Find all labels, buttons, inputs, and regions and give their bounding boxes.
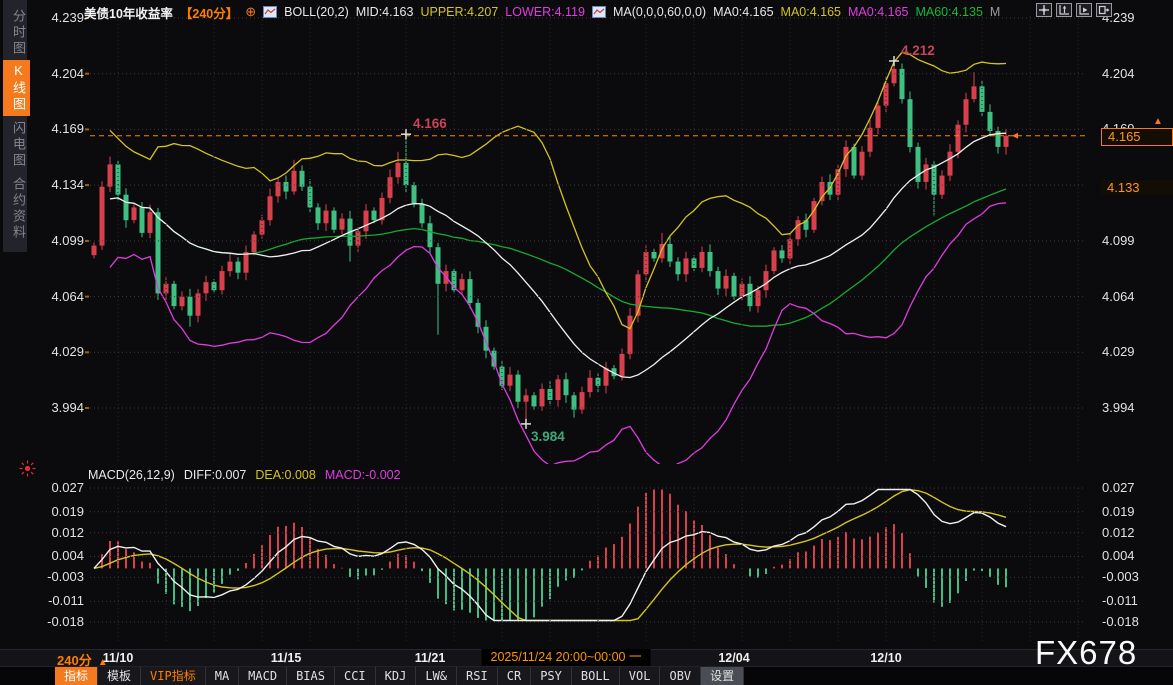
- price-axis-label: 4.099: [1102, 234, 1166, 248]
- price-axis-label: 4.239: [34, 11, 84, 25]
- price-axis-label: 4.134: [34, 178, 84, 192]
- tab-MA[interactable]: MA: [206, 667, 239, 685]
- macd-axis-label: 0.012: [1102, 526, 1166, 540]
- period-text: 240分: [57, 653, 92, 668]
- macd-name: MACD(26,12,9): [88, 468, 175, 482]
- macd-dea-value: DEA:0.008: [255, 468, 315, 482]
- tab-CCI[interactable]: CCI: [335, 667, 376, 685]
- tab-RSI[interactable]: RSI: [457, 667, 498, 685]
- macd-axis-label: -0.003: [34, 570, 84, 584]
- tab-MACD[interactable]: MACD: [239, 667, 287, 685]
- time-tick: 12/10: [870, 651, 901, 665]
- trading-app-window: { "header": { "title": "美债10年收益率", "peri…: [0, 0, 1173, 685]
- time-tick: 12/04: [718, 651, 749, 665]
- price-axis-label: 3.994: [34, 401, 84, 415]
- price-axis-label: 4.099: [34, 234, 84, 248]
- svg-text:4.212: 4.212: [901, 43, 935, 58]
- tab-OBV[interactable]: OBV: [660, 667, 701, 685]
- axis-play-icon[interactable]: [1076, 3, 1092, 17]
- boll-mid-value: MID:4.163: [356, 5, 414, 19]
- macd-axis-label: 0.012: [34, 526, 84, 540]
- time-tick: 11/10: [103, 651, 134, 665]
- indicator-tab-bar: 指标模板VIP指标MAMACDBIASCCIKDJLW&RSICRPSYBOLL…: [0, 666, 1173, 685]
- pop-out-icon[interactable]: [1096, 3, 1112, 17]
- price-axis-label: 4.204: [34, 67, 84, 81]
- time-tick: 11/15: [271, 651, 302, 665]
- chart-canvas[interactable]: 4.166 4.212 3.984: [0, 0, 1173, 685]
- ma0-value-3: MA0:4.165: [848, 5, 908, 19]
- crosshair-icon[interactable]: ⊕: [245, 4, 256, 20]
- tab-CR[interactable]: CR: [498, 667, 531, 685]
- time-tick: 11/21: [415, 651, 446, 665]
- sidebar-item-4[interactable]: 合约资料: [3, 174, 30, 244]
- macd-axis-label: -0.011: [1102, 594, 1166, 608]
- svg-text:4.166: 4.166: [413, 116, 447, 131]
- macd-axis-label: 0.004: [1102, 549, 1166, 563]
- macd-axis-label: 0.004: [34, 549, 84, 563]
- sidebar-item-2[interactable]: K线图: [3, 60, 30, 116]
- m-label: M: [990, 5, 1000, 19]
- macd-axis-label: -0.011: [34, 594, 84, 608]
- tab-BIAS[interactable]: BIAS: [287, 667, 335, 685]
- mini-chart-icon[interactable]: [592, 6, 606, 18]
- boll-upper-value: UPPER:4.207: [420, 5, 498, 19]
- chart-header: 美债10年收益率 【240分】 ⊕ BOLL(20,2) MID:4.163 U…: [84, 2, 1000, 22]
- boll-lower-value: LOWER:4.119: [505, 5, 585, 19]
- macd-axis-label: 0.019: [1102, 505, 1166, 519]
- pan-icon[interactable]: [1036, 3, 1052, 17]
- symbol-title: 美债10年收益率: [84, 3, 173, 22]
- macd-macd-value: MACD:-0.002: [325, 468, 401, 482]
- tab-KDJ[interactable]: KDJ: [376, 667, 417, 685]
- macd-axis-label: -0.018: [1102, 615, 1166, 629]
- ma60-value: MA60:4.135: [915, 5, 982, 19]
- boll-label: BOLL(20,2): [284, 5, 349, 19]
- period-label[interactable]: 【240分】: [180, 3, 238, 22]
- macd-legend: MACD(26,12,9) DIFF:0.007 DEA:0.008 MACD:…: [88, 468, 401, 482]
- macd-diff-value: DIFF:0.007: [184, 468, 247, 482]
- price-axis-label: 4.169: [34, 122, 84, 136]
- price-axis-label: 4.064: [1102, 290, 1166, 304]
- secondary-price-badge: 4.133: [1101, 180, 1173, 195]
- macd-axis-label: 0.019: [34, 505, 84, 519]
- ma-label: MA(0,0,0,60,0,0): [613, 5, 706, 19]
- last-price-arrow: ▲: [1153, 117, 1163, 127]
- price-axis-label: 4.204: [1102, 67, 1166, 81]
- selected-time-range: 2025/11/24 20:00~00:00 一: [482, 649, 651, 666]
- ma0-value-2: MA0:4.165: [781, 5, 841, 19]
- sidebar-chart-modes: 分时图K线图闪电图合约资料: [0, 0, 27, 252]
- macd-axis-label: -0.003: [1102, 570, 1166, 584]
- tab-设置[interactable]: 设置: [701, 667, 744, 685]
- tab-模板[interactable]: 模板: [98, 667, 141, 685]
- macd-axis-label: 0.027: [1102, 481, 1166, 495]
- sidebar-item-1[interactable]: 分时图: [3, 6, 30, 60]
- mini-chart-icon[interactable]: [263, 6, 277, 18]
- watermark-logo: FX678: [1035, 634, 1137, 672]
- price-axis-label: 4.064: [34, 290, 84, 304]
- axis-up-icon[interactable]: [1056, 3, 1072, 17]
- ma0-value-1: MA0:4.165: [713, 5, 773, 19]
- tab-指标[interactable]: 指标: [55, 667, 98, 685]
- price-axis-label: 4.029: [34, 345, 84, 359]
- tab-VOL[interactable]: VOL: [620, 667, 661, 685]
- current-price-badge: 4.165: [1101, 128, 1173, 146]
- tab-BOLL[interactable]: BOLL: [572, 667, 620, 685]
- svg-text:3.984: 3.984: [531, 429, 565, 444]
- period-selector[interactable]: 240分▲: [57, 650, 108, 669]
- macd-axis-label: 0.027: [34, 481, 84, 495]
- alert-burst-icon[interactable]: [19, 460, 36, 482]
- macd-axis-label: -0.018: [34, 615, 84, 629]
- sidebar-item-3[interactable]: 闪电图: [3, 118, 30, 172]
- price-axis-label: 4.029: [1102, 345, 1166, 359]
- chart-toolbar: [1036, 3, 1112, 17]
- tab-VIP指标[interactable]: VIP指标: [141, 667, 206, 685]
- tab-PSY[interactable]: PSY: [531, 667, 572, 685]
- tab-LW&[interactable]: LW&: [416, 667, 457, 685]
- price-axis-label: 3.994: [1102, 401, 1166, 415]
